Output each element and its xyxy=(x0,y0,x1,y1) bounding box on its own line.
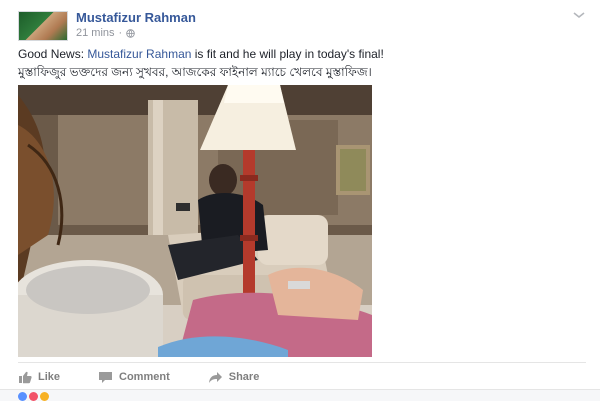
actions-divider xyxy=(18,362,586,363)
share-arrow-icon xyxy=(208,371,222,383)
post-text-bengali: মুস্তাফিজুর ভক্তদের জন্য সুখবর, আজকের ফা… xyxy=(18,65,372,79)
facebook-post: Mustafizur Rahman 21 mins · Good News: M… xyxy=(0,0,600,401)
chevron-down-icon[interactable] xyxy=(572,10,586,20)
comment-button[interactable]: Comment xyxy=(98,371,170,384)
meta-separator: · xyxy=(118,27,123,39)
post-timestamp[interactable]: 21 mins xyxy=(76,27,115,39)
thumbs-up-icon xyxy=(19,371,32,383)
post-text-english: Good News: Mustafizur Rahman is fit and … xyxy=(18,47,384,61)
post-actions: Like Comment Share xyxy=(18,368,297,386)
post-photo[interactable] xyxy=(18,85,372,357)
like-label: Like xyxy=(38,371,61,383)
post-text-prefix: Good News: xyxy=(18,47,88,61)
comment-icon xyxy=(99,371,113,383)
reactions-footer xyxy=(0,389,600,401)
post-author-name[interactable]: Mustafizur Rahman xyxy=(76,10,196,25)
mention-link[interactable]: Mustafizur Rahman xyxy=(87,47,191,61)
globe-icon xyxy=(126,28,135,38)
photo-illustration xyxy=(18,85,372,357)
post-text-suffix: is fit and he will play in today's final… xyxy=(191,47,384,61)
share-button[interactable]: Share xyxy=(208,371,260,384)
like-button[interactable]: Like xyxy=(18,371,60,384)
share-label: Share xyxy=(228,371,260,383)
avatar[interactable] xyxy=(18,11,68,41)
post-meta: 21 mins · xyxy=(76,27,135,39)
comment-label: Comment xyxy=(119,371,170,383)
